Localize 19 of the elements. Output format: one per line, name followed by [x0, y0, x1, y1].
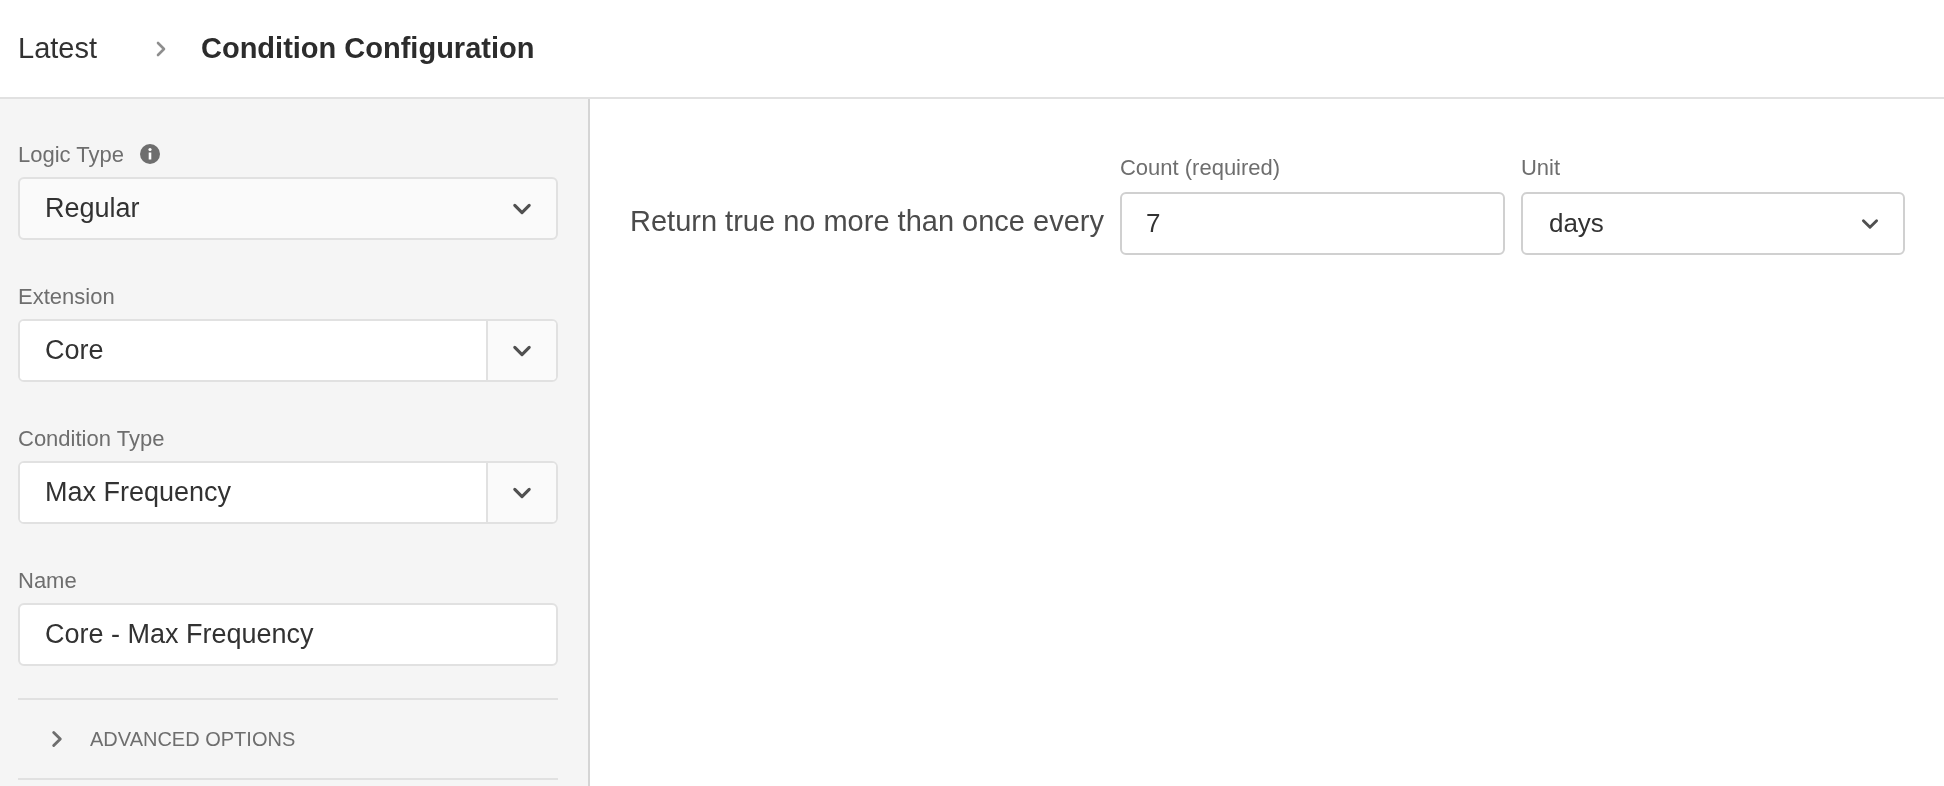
advanced-options-toggle[interactable]: ADVANCED OPTIONS — [18, 724, 296, 754]
condition-sentence: Return true no more than once every — [630, 203, 1104, 239]
combobox[interactable]: Core — [18, 319, 558, 382]
page-title: Condition Configuration — [201, 30, 535, 66]
combobox[interactable]: Max Frequency — [18, 461, 558, 524]
field-label: Unit — [1520, 154, 1562, 182]
dropdown-button[interactable] — [486, 321, 556, 380]
text-field[interactable]: Core - Max Frequency — [18, 603, 558, 666]
field-label: Condition Type — [18, 424, 165, 453]
field-label: Count (required) — [1119, 154, 1282, 182]
field-label: Extension — [18, 282, 115, 311]
unit-dropdown[interactable]: days — [1520, 192, 1905, 255]
breadcrumb-link[interactable]: Latest — [18, 26, 97, 71]
dropdown[interactable]: Regular — [18, 177, 558, 240]
field-label: Name — [18, 566, 77, 595]
info-icon[interactable] — [140, 144, 160, 164]
dropdown-button[interactable] — [486, 463, 556, 522]
field-label: Logic Type — [18, 140, 124, 169]
count-field[interactable]: 7 — [1119, 192, 1505, 255]
